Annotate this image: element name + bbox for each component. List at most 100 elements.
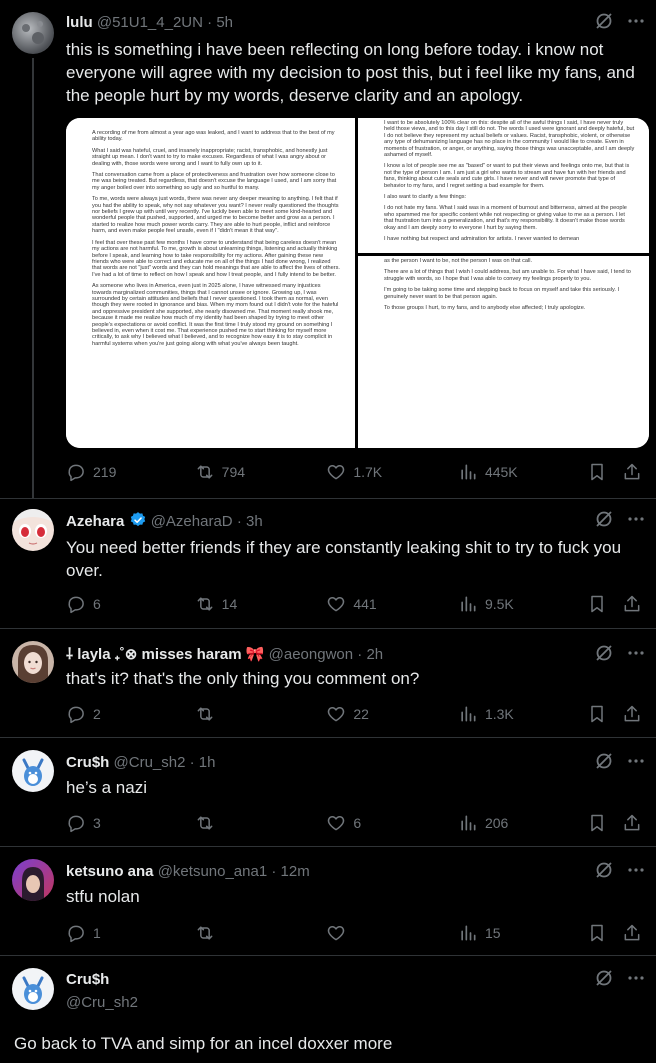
repost-button[interactable] [195, 813, 327, 833]
grok-icon[interactable] [594, 11, 614, 36]
author-handle[interactable]: @Cru_sh2 [114, 754, 186, 771]
statement-paragraph: What I said was hateful, cruel, and insa… [92, 147, 328, 167]
repost-icon [197, 816, 213, 830]
views-count: 445K [484, 464, 518, 480]
avatar[interactable] [12, 968, 54, 1010]
author-handle[interactable]: @ketsuno_ana1 [158, 863, 267, 880]
views-button[interactable]: 9.5K [458, 594, 587, 614]
views-button[interactable]: 15 [458, 923, 587, 943]
repost-button[interactable] [195, 704, 327, 724]
like-button[interactable] [326, 923, 458, 943]
views-button[interactable]: 445K [458, 462, 587, 482]
separator-dot: · [236, 513, 242, 530]
views-button[interactable]: 1.3K [458, 704, 587, 724]
reply-button[interactable]: 219 [66, 462, 195, 482]
bookmark-button[interactable] [587, 923, 623, 943]
statement-paragraph: As someone who lives in America, even ju… [92, 283, 339, 347]
heart-icon [328, 465, 345, 480]
post-time[interactable]: 12m [281, 863, 310, 880]
avatar[interactable] [12, 509, 54, 551]
statement-paragraph: There are a lot of things that I wish I … [384, 269, 631, 282]
header-icons [594, 11, 646, 36]
post-time[interactable]: 1h [199, 754, 216, 771]
reply-button[interactable]: 2 [66, 704, 195, 724]
reply-count: 3 [93, 815, 101, 831]
bookmark-button[interactable] [587, 462, 623, 482]
share-button[interactable] [622, 813, 646, 833]
avatar[interactable] [12, 641, 54, 683]
avatar[interactable] [12, 750, 54, 792]
bookmark-icon [590, 463, 603, 481]
repost-button[interactable]: 794 [195, 462, 327, 482]
reply-text: You need better friends if they are cons… [66, 538, 622, 580]
like-count: 1.7K [353, 464, 383, 480]
like-button[interactable]: 22 [326, 704, 458, 724]
apology-statement-image[interactable]: A recording of me from almost a year ago… [66, 118, 649, 448]
statement-paragraph: I feel that over these past few months I… [92, 239, 340, 278]
repost-count: 14 [221, 596, 238, 612]
reply-button[interactable]: 1 [66, 923, 195, 943]
avatar[interactable] [12, 12, 54, 54]
repost-button[interactable] [195, 923, 327, 943]
more-icon[interactable] [626, 860, 646, 885]
more-icon[interactable] [626, 11, 646, 36]
reply-count: 1 [93, 925, 101, 941]
more-icon[interactable] [626, 751, 646, 776]
repost-button[interactable]: 14 [195, 594, 327, 614]
author-handle[interactable]: @AzeharaD [151, 513, 233, 530]
author-handle[interactable]: @aeongwon [269, 646, 353, 663]
author-handle[interactable]: @51U1_4_2UN [97, 14, 203, 31]
focused-reply-text: Go back to TVA and simp for an incel dox… [14, 1034, 393, 1053]
statement-paragraph: That conversation came from a place of p… [92, 172, 337, 191]
author-name[interactable]: Cru$h [66, 754, 109, 771]
reply-text: that's it? that's the only thing you com… [66, 669, 420, 688]
reply-button[interactable]: 6 [66, 594, 195, 614]
bookmark-button[interactable] [587, 704, 623, 724]
post-actions: 3 6 206 [66, 811, 646, 835]
grok-icon[interactable] [594, 643, 614, 668]
reply-post[interactable]: ketsuno ana @ketsuno_ana1 · 12m stfu nol… [0, 847, 656, 955]
share-button[interactable] [622, 462, 646, 482]
avatar[interactable] [12, 859, 54, 901]
reply-post[interactable]: Cru$h @Cru_sh2 · 1h he’s a nazi 3 6 206 [0, 738, 656, 846]
more-icon[interactable] [626, 968, 646, 993]
like-button[interactable]: 6 [326, 813, 458, 833]
views-button[interactable]: 206 [458, 813, 587, 833]
grok-icon[interactable] [594, 968, 614, 993]
bookmark-icon [590, 814, 603, 832]
author-handle[interactable]: @Cru_sh2 [66, 994, 138, 1011]
views-icon [461, 706, 476, 722]
focused-reply-post[interactable]: Cru$h @Cru_sh2 Go back to TVA and simp f… [0, 956, 656, 1063]
post-time[interactable]: 2h [366, 646, 383, 663]
author-name[interactable]: lulu [66, 14, 93, 31]
separator-dot: · [189, 754, 195, 771]
main-post[interactable]: lulu @51U1_4_2UN · 5h this is something … [0, 0, 656, 498]
header-icons [594, 643, 646, 668]
bookmark-button[interactable] [587, 813, 623, 833]
author-name[interactable]: ⸸ layla ₊˚⊗ misses haram [66, 646, 242, 663]
header-icons [594, 968, 646, 993]
reply-post[interactable]: ⸸ layla ₊˚⊗ misses haram 🎀 @aeongwon · 2… [0, 629, 656, 737]
reply-icon [68, 464, 84, 482]
more-icon[interactable] [626, 643, 646, 668]
author-name[interactable]: Azehara [66, 513, 124, 530]
like-count: 441 [353, 596, 377, 612]
share-button[interactable] [622, 923, 646, 943]
post-time[interactable]: 3h [246, 513, 263, 530]
like-button[interactable]: 1.7K [326, 462, 458, 482]
grok-icon[interactable] [594, 509, 614, 534]
share-button[interactable] [622, 594, 646, 614]
author-name[interactable]: ketsuno ana [66, 863, 154, 880]
statement-page-3: as the person I want to be, not the pers… [358, 256, 649, 448]
reply-button[interactable]: 3 [66, 813, 195, 833]
author-name[interactable]: Cru$h [66, 971, 109, 988]
bookmark-button[interactable] [587, 594, 623, 614]
more-icon[interactable] [626, 509, 646, 534]
post-actions: 6 14 441 9.5K [66, 592, 646, 616]
share-button[interactable] [622, 704, 646, 724]
grok-icon[interactable] [594, 860, 614, 885]
reply-post[interactable]: Azehara @AzeharaD · 3h You need better f… [0, 499, 656, 628]
post-time[interactable]: 5h [216, 14, 233, 31]
like-button[interactable]: 441 [326, 594, 458, 614]
grok-icon[interactable] [594, 751, 614, 776]
